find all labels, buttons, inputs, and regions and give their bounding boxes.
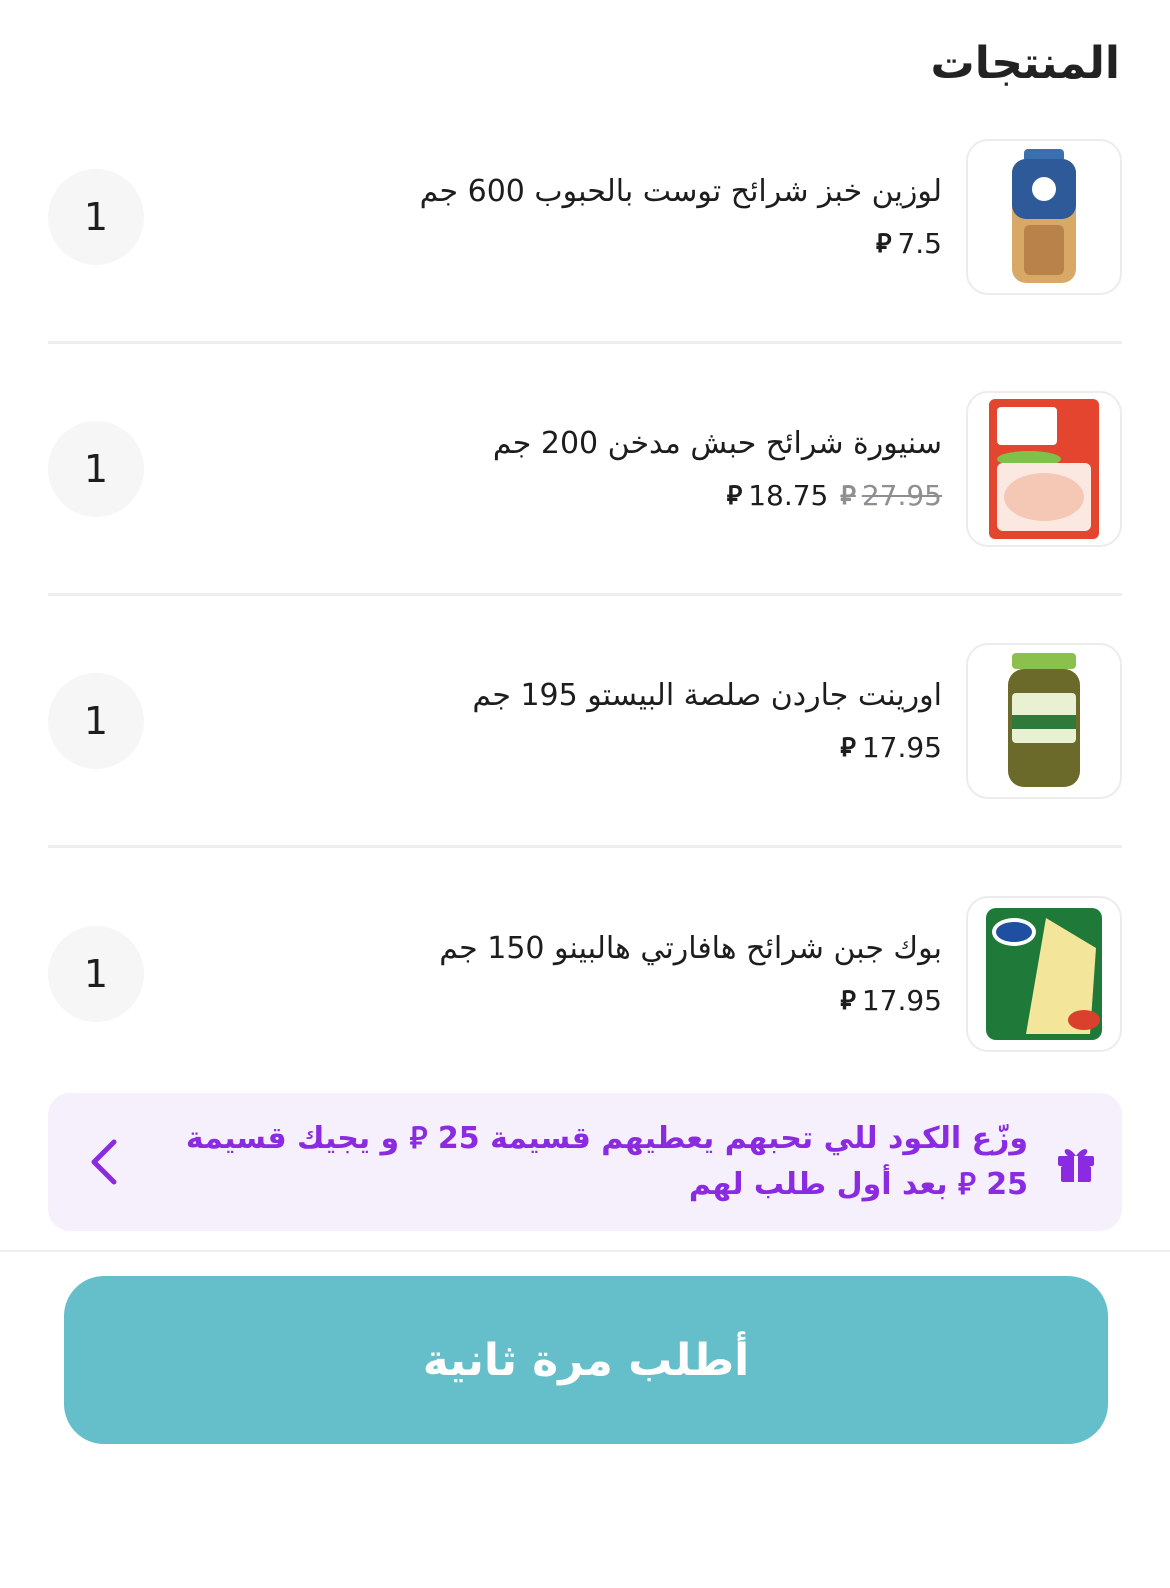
riyal-icon: ⃁ <box>840 732 856 763</box>
riyal-icon: ⃁ <box>876 228 892 259</box>
footer-divider <box>0 1250 1170 1252</box>
reorder-button[interactable]: أطلب مرة ثانية <box>64 1276 1108 1444</box>
product-info: سنيورة شرائح حبش مدخن 200 جم ⃁ 27.95 ⃁ 1… <box>144 426 966 512</box>
gift-icon <box>1058 1149 1094 1182</box>
price-value: 18.75 <box>748 478 829 512</box>
product-item[interactable]: سنيورة شرائح حبش مدخن 200 جم ⃁ 27.95 ⃁ 1… <box>48 344 1122 596</box>
price-row: ⃁ 27.95 ⃁ 18.75 <box>727 479 942 512</box>
product-info: بوك جبن شرائح هافارتي هالبينو 150 جم ⃁ 1… <box>144 931 966 1017</box>
product-name: سنيورة شرائح حبش مدخن 200 جم <box>492 425 942 461</box>
product-item[interactable]: لوزين خبز شرائح توست بالحبوب 600 جم ⃁ 7.… <box>48 92 1122 344</box>
product-name: لوزين خبز شرائح توست بالحبوب 600 جم <box>419 173 942 209</box>
bread-package-icon <box>1012 148 1076 283</box>
chevron-left-icon[interactable] <box>84 1134 124 1190</box>
riyal-icon: ⃁ <box>726 480 743 511</box>
product-name: بوك جبن شرائح هافارتي هالبينو 150 جم <box>439 931 942 966</box>
product-item[interactable]: بوك جبن شرائح هافارتي هالبينو 150 جم ⃁ 1… <box>48 848 1122 1100</box>
product-image[interactable] <box>966 390 1122 547</box>
turkey-slices-icon <box>989 398 1099 539</box>
product-name: اورينت جاردن صلصة البيستو 195 جم <box>472 677 942 713</box>
product-price: ⃁ 18.75 <box>727 479 829 512</box>
referral-promo-banner[interactable]: وزّع الكود للي تحبهم يعطيهم قسيمة 25 ⃁ و… <box>48 1093 1122 1231</box>
product-image[interactable] <box>966 642 1122 799</box>
product-item[interactable]: اورينت جاردن صلصة البيستو 195 جم ⃁ 17.95… <box>48 596 1122 848</box>
riyal-icon: ⃁ <box>840 480 856 511</box>
riyal-icon: ⃁ <box>840 986 856 1016</box>
section-title: المنتجات <box>930 38 1120 89</box>
price-value: 17.95 <box>861 984 942 1017</box>
product-price: ⃁ 17.95 <box>840 731 942 764</box>
product-image[interactable] <box>966 896 1122 1052</box>
product-price: ⃁ 7.5 <box>876 227 942 260</box>
quantity-badge: 1 <box>48 926 144 1022</box>
quantity-badge: 1 <box>48 168 144 265</box>
promo-text: وزّع الكود للي تحبهم يعطيهم قسيمة 25 ⃁ و… <box>185 1121 1028 1202</box>
price-row: ⃁ 7.5 <box>876 227 942 260</box>
product-info: لوزين خبز شرائح توست بالحبوب 600 جم ⃁ 7.… <box>144 174 966 260</box>
original-price: ⃁ 27.95 <box>840 479 942 512</box>
old-price-value: 27.95 <box>861 478 942 512</box>
pesto-jar-icon <box>1008 652 1080 787</box>
product-info: اورينت جاردن صلصة البيستو 195 جم ⃁ 17.95 <box>144 678 966 764</box>
price-row: ⃁ 17.95 <box>840 731 942 764</box>
price-value: 7.5 <box>897 226 942 260</box>
quantity-badge: 1 <box>48 672 144 769</box>
cheese-package-icon <box>986 908 1102 1040</box>
order-products-screen: المنتجات لوزين خبز شرائح توست بالحبوب 60… <box>0 0 1170 1588</box>
product-image[interactable] <box>966 138 1122 295</box>
quantity-badge: 1 <box>48 420 144 517</box>
product-price: ⃁ 17.95 <box>840 984 942 1017</box>
price-value: 17.95 <box>861 730 942 764</box>
price-row: ⃁ 17.95 <box>840 984 942 1017</box>
